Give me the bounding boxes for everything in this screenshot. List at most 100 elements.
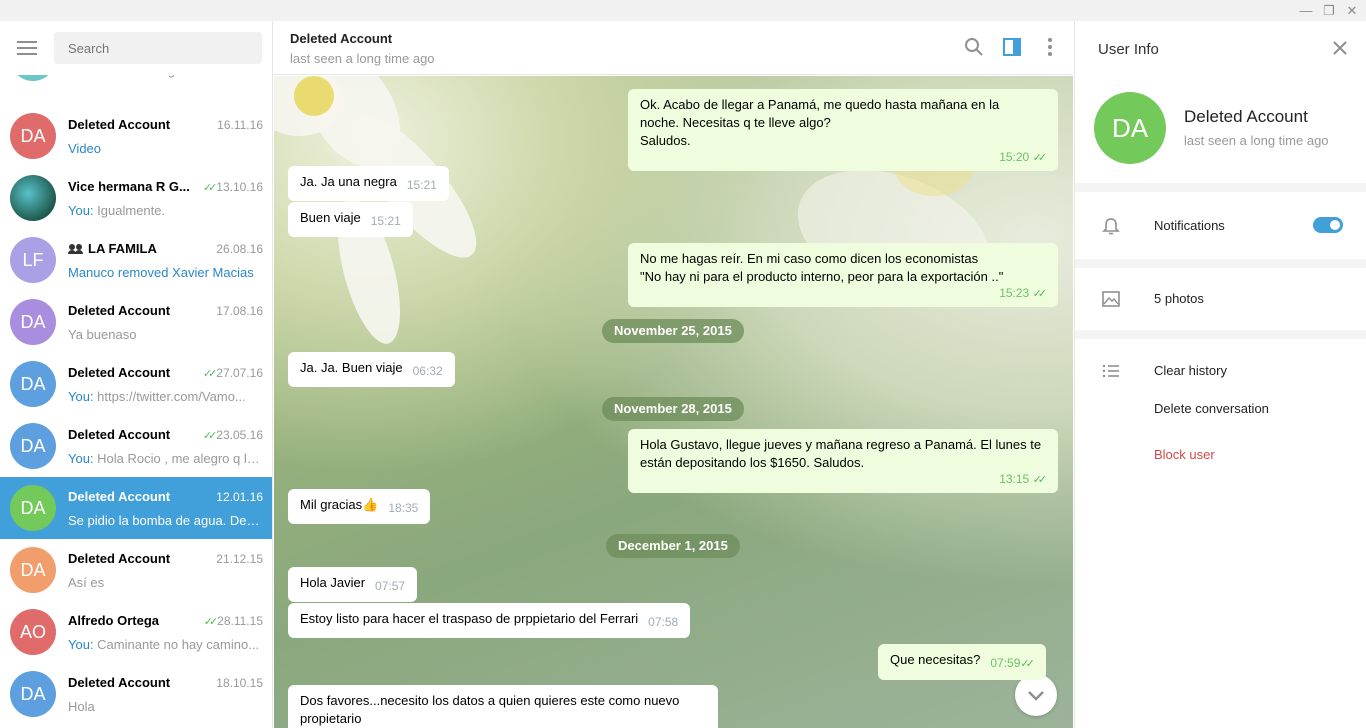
- avatar: DA: [10, 423, 56, 469]
- search-icon[interactable]: [963, 36, 985, 58]
- preview-text: https://twitter.com/Vamo...: [97, 389, 246, 404]
- chat-name: Deleted Account: [68, 303, 171, 318]
- sender-label: You:: [68, 451, 98, 466]
- chat-date: ✓✓ 28.11.15: [203, 614, 263, 628]
- bell-icon: [1102, 218, 1120, 235]
- chat-name: Deleted Account: [68, 551, 171, 566]
- read-checkmark-icon: ✓✓: [202, 182, 218, 194]
- section-divider: [1075, 330, 1366, 339]
- search-input[interactable]: [54, 32, 262, 64]
- profile-name: Deleted Account: [1184, 107, 1308, 126]
- chat-list-item[interactable]: LF LA FAMILA 26.08.16 Manuco removed Xavier…: [0, 229, 272, 291]
- message-text: Buen viaje: [300, 210, 361, 225]
- chat-date: ✓✓ 23.05.16: [202, 428, 263, 442]
- block-user-button[interactable]: Block user: [1154, 447, 1215, 462]
- chat-date: ✓✓ 27.07.16: [202, 366, 263, 380]
- sender-label: You:: [68, 389, 98, 404]
- read-checkmark-icon: ✓✓: [202, 368, 218, 380]
- notifications-toggle[interactable]: [1313, 217, 1343, 233]
- shared-photos-link[interactable]: 5 photos: [1154, 291, 1204, 306]
- chat-name: Deleted Account: [68, 675, 171, 690]
- chat-list-item[interactable]: AO Alfredo Ortega ✓✓ 28.11.15 You: Caminante…: [0, 601, 272, 663]
- message-time: 06:32: [412, 364, 443, 378]
- read-checkmark-icon: ✓✓: [1032, 152, 1048, 164]
- chat-date: 21.12.15: [216, 552, 263, 566]
- chat-list-item[interactable]: DA Deleted Account 16.11.16 Video: [0, 105, 272, 167]
- chat-list-item[interactable]: DA Deleted Account ✓✓ 23.05.16 You: Hola Roc…: [0, 415, 272, 477]
- chat-list-item[interactable]: DA Deleted Account 18.10.15 Hola: [0, 663, 272, 725]
- message-text: Ja. Ja una negra: [300, 174, 397, 189]
- close-icon[interactable]: [1331, 39, 1349, 57]
- more-options-icon[interactable]: [1039, 36, 1061, 58]
- message-history[interactable]: Ok. Acabo de llegar a Panamá, me quedo h…: [274, 76, 1073, 728]
- section-divider: [1075, 183, 1366, 192]
- delete-conversation-button[interactable]: Delete conversation: [1154, 401, 1269, 416]
- profile-avatar[interactable]: DA: [1094, 92, 1166, 164]
- message-time: 18:35: [388, 501, 419, 515]
- chat-preview: Video: [68, 141, 102, 156]
- minimize-button[interactable]: —: [1297, 2, 1315, 19]
- chat-date: 18.10.15: [216, 676, 263, 690]
- message-text: Saludos.: [640, 133, 691, 148]
- chat-title[interactable]: Deleted Account: [290, 31, 392, 46]
- chat-header: Deleted Account last seen a long time ag…: [274, 21, 1073, 75]
- chat-list-item[interactable]: DA Deleted Account ✓✓ 27.07.16 You: https://…: [0, 353, 272, 415]
- read-checkmark-icon: ✓✓: [202, 430, 218, 442]
- incoming-message[interactable]: Ja. Ja una negra 15:21: [288, 166, 449, 201]
- incoming-message[interactable]: Mil gracias👍 18:35: [288, 489, 431, 524]
- incoming-message[interactable]: Hola Javier 07:57: [288, 567, 418, 602]
- chat-preview: You: https://twitter.com/Vamo...: [68, 389, 264, 404]
- incoming-message[interactable]: Dos favores...necesito los datos a quien…: [288, 685, 718, 728]
- chat-list-item[interactable]: DA Deleted Account 12.01.16 Se pidio la bom…: [0, 477, 272, 539]
- chat-name: LA FAMILA: [68, 241, 218, 256]
- clear-history-button[interactable]: Clear history: [1154, 363, 1227, 378]
- date-separator: November 25, 2015: [602, 319, 744, 343]
- chat-preview: Hola: [68, 699, 95, 714]
- chat-name: Deleted Account: [68, 117, 171, 132]
- chat-preview: Manuco removed Xavier Macias: [68, 265, 254, 280]
- incoming-message[interactable]: Buen viaje 15:21: [288, 202, 413, 237]
- chat-area: Deleted Account last seen a long time ag…: [274, 21, 1073, 728]
- message-text: propietario: [300, 711, 362, 726]
- photo-icon: [1102, 291, 1120, 307]
- sidebar-toggle-icon[interactable]: [1001, 36, 1023, 58]
- panel-title: User Info: [1098, 41, 1159, 58]
- incoming-message[interactable]: Estoy listo para hacer el traspaso de pr…: [288, 603, 691, 638]
- preview-text: Caminante no hay camino...: [97, 637, 260, 652]
- chat-name: Deleted Account: [68, 427, 171, 442]
- outgoing-message[interactable]: No me hagas reír. En mi caso como dicen …: [628, 243, 1058, 307]
- chat-name: Deleted Account: [68, 489, 171, 504]
- message-text: Que necesitas?: [890, 652, 981, 667]
- chat-list-item[interactable]: DA Deleted Account 21.12.15 Así es: [0, 539, 272, 601]
- incoming-message[interactable]: Ja. Ja. Buen viaje 06:32: [288, 352, 455, 387]
- close-window-button[interactable]: ✕: [1343, 2, 1361, 19]
- maximize-button[interactable]: ❐: [1320, 2, 1338, 19]
- notifications-label: Notifications: [1154, 218, 1225, 233]
- chat-list-item[interactable]: DA Deleted Account 17.08.16 Ya buenaso: [0, 291, 272, 353]
- chat-status: last seen a long time ago: [290, 51, 435, 66]
- message-time: 15:21: [370, 214, 401, 228]
- message-text: Ja. Ja. Buen viaje: [300, 360, 403, 375]
- outgoing-message[interactable]: Ok. Acabo de llegar a Panamá, me quedo h…: [628, 89, 1058, 171]
- profile-status: last seen a long time ago: [1184, 133, 1329, 148]
- message-time: 15:23 ✓✓: [999, 284, 1048, 303]
- background-flower-center: [294, 76, 334, 116]
- chat-date: 17.08.16: [216, 304, 263, 318]
- avatar: DA: [10, 299, 56, 345]
- chat-list-item[interactable]: Vice hermana R G... ✓✓ 13.10.16 You: Igualm…: [0, 167, 272, 229]
- message-time: 13:15 ✓✓: [999, 470, 1047, 489]
- outgoing-message[interactable]: Hola Gustavo, llegue jueves y mañana reg…: [628, 429, 1058, 493]
- scroll-down-button[interactable]: [1015, 674, 1057, 716]
- message-time: 07:59 ✓✓: [990, 654, 1035, 673]
- read-checkmark-icon: ✓✓: [203, 616, 219, 628]
- chat-preview: You: Hola Rocio , me alegro q la...: [68, 451, 264, 466]
- message-time: 15:20 ✓✓: [999, 148, 1048, 167]
- read-checkmark-icon: ✓✓: [1032, 288, 1048, 300]
- hamburger-menu-icon[interactable]: [17, 41, 37, 55]
- outgoing-message[interactable]: Que necesitas? 07:59 ✓✓: [878, 644, 1046, 680]
- avatar: LF: [10, 237, 56, 283]
- chevron-down-icon: [1028, 691, 1044, 701]
- preview-text: Hola Rocio , me alegro q la...: [97, 451, 264, 466]
- chat-list-panel: AMExcelente me alegroDADeleted Account16…: [0, 21, 273, 728]
- preview-text: Igualmente.: [97, 203, 166, 218]
